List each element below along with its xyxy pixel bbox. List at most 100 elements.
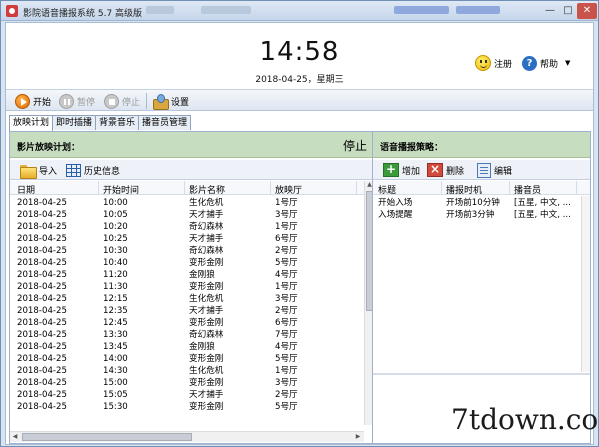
- minimize-button[interactable]: —: [541, 3, 559, 19]
- folder-icon: [20, 164, 37, 179]
- strategy-toolbar: 增加 删除 编辑: [373, 160, 590, 180]
- table-row[interactable]: 2018-04-25 10:40 变形金刚 5号厅: [10, 257, 364, 269]
- strategy-announcer-cell: [五星, 中文, ...: [514, 198, 571, 208]
- clock-date: 2018-04-25，星期三: [255, 75, 344, 85]
- hall-cell: 1号厅: [275, 222, 298, 232]
- table-row[interactable]: 2018-04-25 12:35 天才捕手 2号厅: [10, 305, 364, 317]
- column-divider[interactable]: [576, 181, 577, 195]
- hall-cell: 5号厅: [275, 258, 298, 268]
- register-button[interactable]: 注册: [475, 55, 512, 71]
- start-time-cell: 10:05: [103, 210, 128, 220]
- tab-announcer-management[interactable]: 播音员管理: [138, 115, 192, 130]
- tab-background-music[interactable]: 背景音乐: [95, 115, 140, 130]
- site-watermark: 7tdown.com: [451, 403, 599, 436]
- table-row[interactable]: 2018-04-25 12:15 生化危机 3号厅: [10, 293, 364, 305]
- scrollbar-thumb[interactable]: [22, 433, 192, 441]
- column-header[interactable]: 放映厅: [275, 183, 302, 196]
- chevron-down-icon[interactable]: ▼: [565, 59, 570, 67]
- column-divider[interactable]: [441, 181, 442, 195]
- window-title: 影院语音播报系统 5.7 高级版: [23, 9, 143, 19]
- start-time-cell: 13:30: [103, 330, 128, 340]
- settings-icon: [152, 93, 169, 110]
- column-divider[interactable]: [184, 181, 185, 195]
- table-row[interactable]: 2018-04-25 10:05 天才捕手 3号厅: [10, 209, 364, 221]
- column-header[interactable]: 影片名称: [189, 183, 225, 196]
- table-row[interactable]: 2018-04-25 11:20 金刚狼 4号厅: [10, 269, 364, 281]
- schedule-table-header: 日期 开始时间 影片名称 放映厅: [10, 181, 364, 196]
- hall-cell: 3号厅: [275, 210, 298, 220]
- settings-button[interactable]: 设置: [152, 92, 189, 110]
- hall-cell: 5号厅: [275, 402, 298, 412]
- movie-name-cell: 金刚狼: [189, 342, 215, 352]
- add-strategy-button[interactable]: 增加: [383, 161, 420, 179]
- movie-name-cell: 天才捕手: [189, 234, 224, 244]
- schedule-horizontal-scrollbar[interactable]: ◀ ▶: [10, 431, 364, 442]
- hall-cell: 6号厅: [275, 234, 298, 244]
- movie-name-cell: 变形金刚: [189, 354, 224, 364]
- table-row[interactable]: 2018-04-25 14:00 变形金刚 5号厅: [10, 353, 364, 365]
- table-row[interactable]: 2018-04-25 13:45 金刚狼 4号厅: [10, 341, 364, 353]
- date-cell: 2018-04-25: [17, 390, 67, 400]
- table-row[interactable]: 2018-04-25 10:00 生化危机 1号厅: [10, 197, 364, 209]
- start-time-cell: 12:15: [103, 294, 128, 304]
- date-cell: 2018-04-25: [17, 330, 67, 340]
- scroll-left-arrow-icon[interactable]: ◀: [10, 432, 20, 442]
- column-divider[interactable]: [509, 181, 510, 195]
- help-button[interactable]: ? 帮助 ▼: [522, 55, 570, 71]
- start-time-cell: 11:20: [103, 270, 128, 280]
- movie-name-cell: 天才捕手: [189, 306, 224, 316]
- hall-cell: 3号厅: [275, 294, 298, 304]
- add-label: 增加: [402, 166, 421, 177]
- import-button[interactable]: 导入: [20, 161, 57, 179]
- table-icon: [66, 163, 81, 177]
- pause-button[interactable]: 暂停: [59, 92, 95, 110]
- delete-strategy-button[interactable]: 删除: [427, 161, 464, 179]
- history-button[interactable]: 历史信息: [66, 161, 120, 179]
- table-row[interactable]: 2018-04-25 15:30 变形金刚 5号厅: [10, 401, 364, 413]
- tab-schedule[interactable]: 放映计划: [9, 115, 54, 131]
- register-label: 注册: [494, 59, 513, 70]
- date-cell: 2018-04-25: [17, 318, 67, 328]
- table-row[interactable]: 2018-04-25 10:20 奇幻森林 1号厅: [10, 221, 364, 233]
- table-row[interactable]: 2018-04-25 13:30 奇幻森林 7号厅: [10, 329, 364, 341]
- settings-label: 设置: [171, 97, 190, 108]
- table-row[interactable]: 2018-04-25 10:25 天才捕手 6号厅: [10, 233, 364, 245]
- table-row[interactable]: 2018-04-25 15:00 变形金刚 3号厅: [10, 377, 364, 389]
- delete-label: 删除: [446, 166, 465, 177]
- column-header[interactable]: 标题: [378, 183, 396, 196]
- strategy-vertical-scrollbar[interactable]: [581, 196, 590, 372]
- start-time-cell: 11:30: [103, 282, 128, 292]
- stop-button[interactable]: 停止: [104, 92, 140, 110]
- column-header[interactable]: 开始时间: [103, 183, 139, 196]
- tab-instant-insert[interactable]: 即时插播: [52, 115, 97, 130]
- table-row[interactable]: 2018-04-25 11:30 变形金刚 1号厅: [10, 281, 364, 293]
- hall-cell: 4号厅: [275, 342, 298, 352]
- column-header[interactable]: 播音员: [514, 183, 541, 196]
- stop-label: 停止: [122, 97, 141, 108]
- strategy-table-header: 标题 播报时机 播音员: [373, 181, 590, 196]
- column-divider[interactable]: [356, 181, 357, 195]
- table-row[interactable]: 2018-04-25 12:45 变形金刚 6号厅: [10, 317, 364, 329]
- column-divider[interactable]: [270, 181, 271, 195]
- start-time-cell: 10:40: [103, 258, 128, 268]
- start-time-cell: 10:20: [103, 222, 128, 232]
- maximize-button[interactable]: □: [559, 3, 577, 19]
- scroll-right-arrow-icon[interactable]: ▶: [353, 432, 363, 442]
- table-row[interactable]: 2018-04-25 15:05 天才捕手 2号厅: [10, 389, 364, 401]
- close-button[interactable]: ✕: [577, 3, 597, 19]
- title-bar[interactable]: 影院语音播报系统 5.7 高级版 — □ ✕: [1, 1, 598, 21]
- edit-label: 编辑: [494, 166, 513, 177]
- column-divider[interactable]: [98, 181, 99, 195]
- panel-splitter[interactable]: [373, 373, 590, 375]
- table-row[interactable]: 开始入场 开场前10分钟 [五星, 中文, ...: [373, 197, 580, 209]
- column-header[interactable]: 日期: [17, 183, 35, 196]
- edit-strategy-button[interactable]: 编辑: [477, 161, 512, 179]
- date-cell: 2018-04-25: [17, 366, 67, 376]
- table-row[interactable]: 入场提醒 开场前3分钟 [五星, 中文, ...: [373, 209, 580, 221]
- movie-name-cell: 变形金刚: [189, 378, 224, 388]
- column-header[interactable]: 播报时机: [446, 183, 482, 196]
- movie-name-cell: 奇幻森林: [189, 330, 224, 340]
- table-row[interactable]: 2018-04-25 10:30 奇幻森林 2号厅: [10, 245, 364, 257]
- table-row[interactable]: 2018-04-25 14:30 生化危机 1号厅: [10, 365, 364, 377]
- start-button[interactable]: 开始: [15, 92, 51, 110]
